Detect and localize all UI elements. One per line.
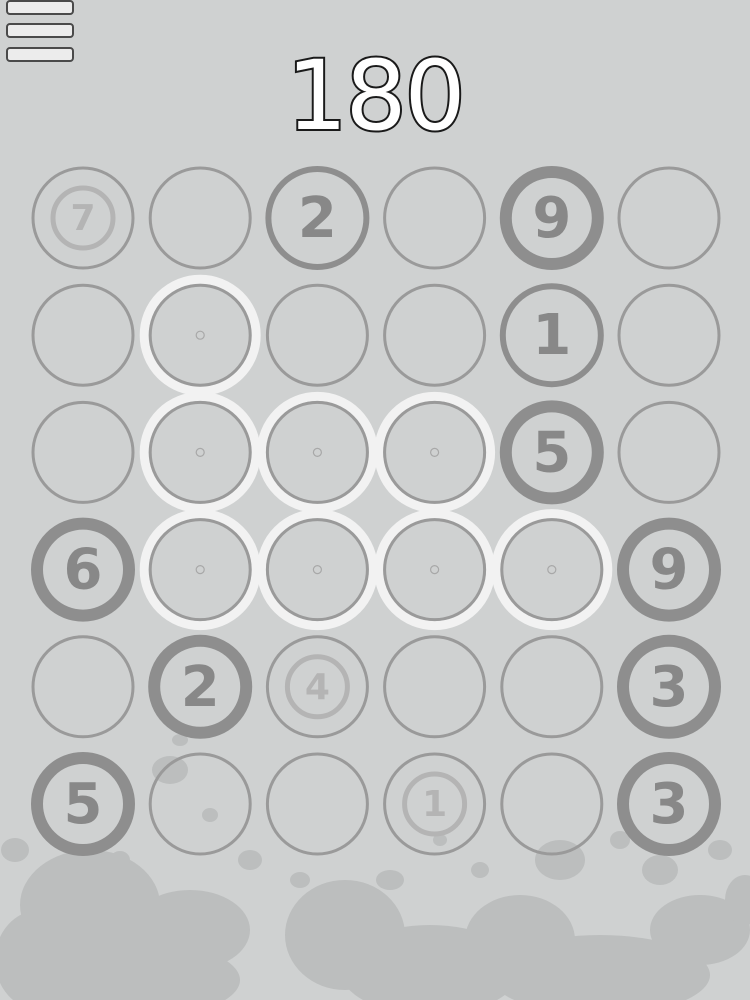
board-cell-r5-c1[interactable]	[31, 635, 135, 739]
cell-ring	[148, 518, 252, 622]
cell-ring	[383, 635, 487, 739]
cell-ring	[31, 400, 135, 504]
selection-glow	[491, 509, 613, 631]
cell-center-dot	[195, 447, 205, 457]
cell-ring	[617, 400, 721, 504]
cell-number: 1	[422, 784, 447, 825]
cell-center-dot	[312, 447, 322, 457]
board-cell-r5-c4[interactable]	[383, 635, 487, 739]
cell-number: 5	[64, 772, 103, 837]
board-cell-r3-c4[interactable]	[374, 391, 496, 513]
cell-center-dot	[430, 447, 440, 457]
cell-ring	[265, 518, 369, 622]
cell-center-dot	[195, 330, 205, 340]
selection-glow	[139, 391, 261, 513]
board-cell-r1-c2[interactable]	[148, 166, 252, 270]
cell-ring	[383, 518, 487, 622]
board-cell-r6-c1[interactable]: 5	[31, 752, 135, 856]
board-cell-r1-c3[interactable]: 2	[265, 166, 370, 270]
board-cell-r1-c4[interactable]	[383, 166, 487, 270]
board-cell-r4-c4[interactable]	[374, 509, 496, 631]
board-cell-r4-c6[interactable]: 9	[617, 517, 721, 622]
selection-glow	[256, 391, 378, 513]
selection-glow	[374, 391, 496, 513]
cell-center-dot	[430, 564, 440, 575]
board-cell-r2-c3[interactable]	[265, 283, 369, 387]
cell-number: 6	[64, 538, 103, 603]
cell-number: 4	[305, 667, 330, 708]
cell-ring	[148, 283, 252, 387]
board-cell-r3-c3[interactable]	[256, 391, 378, 513]
selection-glow	[256, 509, 378, 631]
board-cell-r4-c1[interactable]: 6	[31, 517, 135, 622]
cell-ring	[383, 283, 487, 387]
board-cell-r6-c4[interactable]: 1	[383, 752, 487, 856]
cell-number: 3	[650, 655, 689, 720]
board-cell-r6-c6[interactable]: 3	[617, 752, 721, 856]
selection-glow	[139, 274, 261, 396]
cell-center-dot	[312, 564, 322, 575]
board-cell-r2-c5[interactable]: 1	[499, 283, 604, 388]
board-cell-r2-c2[interactable]	[139, 274, 261, 396]
cell-ring	[617, 166, 721, 270]
board-cell-r6-c3[interactable]	[265, 752, 369, 856]
board-cell-r4-c3[interactable]	[256, 509, 378, 631]
cell-center-dot	[547, 564, 557, 575]
cell-center-dot	[195, 564, 205, 575]
board-cell-r3-c1[interactable]	[31, 400, 135, 504]
selection-glow	[139, 509, 261, 631]
board-cell-r6-c2[interactable]	[148, 752, 252, 856]
game-screen: 180 7291569243513	[0, 0, 750, 1000]
cell-number: 5	[532, 420, 571, 485]
cell-ring	[148, 752, 252, 856]
cell-ring	[500, 752, 604, 856]
board-cell-r2-c4[interactable]	[383, 283, 487, 387]
board-cell-r5-c3[interactable]: 4	[265, 635, 369, 739]
board-cell-r5-c5[interactable]	[500, 635, 604, 739]
board-cell-r1-c6[interactable]	[617, 166, 721, 270]
board-cell-r2-c6[interactable]	[617, 283, 721, 387]
cell-ring	[31, 283, 135, 387]
cell-ring	[617, 283, 721, 387]
cell-ring	[265, 283, 369, 387]
cell-number: 2	[298, 186, 337, 251]
cell-ring	[383, 166, 487, 270]
cell-ring	[265, 400, 369, 504]
board-cell-r4-c5[interactable]	[491, 509, 613, 631]
cell-ring	[148, 400, 252, 504]
cell-ring	[31, 635, 135, 739]
board-cell-r1-c5[interactable]: 9	[499, 166, 604, 270]
board-cell-r3-c6[interactable]	[617, 400, 721, 504]
cell-number: 9	[532, 186, 571, 251]
board-cell-r4-c2[interactable]	[139, 509, 261, 631]
cell-ring	[265, 752, 369, 856]
board-cell-r3-c5[interactable]: 5	[499, 400, 604, 505]
cell-number: 9	[650, 538, 689, 603]
board-cell-r5-c2[interactable]: 2	[148, 634, 253, 739]
cell-number: 1	[532, 303, 571, 368]
cell-ring	[500, 518, 604, 622]
board-cell-r2-c1[interactable]	[31, 283, 135, 387]
board-cell-r5-c6[interactable]: 3	[617, 634, 721, 739]
cell-ring	[383, 400, 487, 504]
board-cell-r6-c5[interactable]	[500, 752, 604, 856]
board-cell-r3-c2[interactable]	[139, 391, 261, 513]
selection-glow	[374, 509, 496, 631]
cell-ring	[148, 166, 252, 270]
board-cell-r1-c1[interactable]: 7	[31, 166, 135, 270]
game-board: 7 2 9 1 5 6 9 2 4 3 5 1 3	[31, 166, 721, 856]
cell-number: 7	[70, 198, 95, 239]
cell-ring	[500, 635, 604, 739]
cell-number: 3	[650, 772, 689, 837]
cell-number: 2	[181, 655, 220, 720]
